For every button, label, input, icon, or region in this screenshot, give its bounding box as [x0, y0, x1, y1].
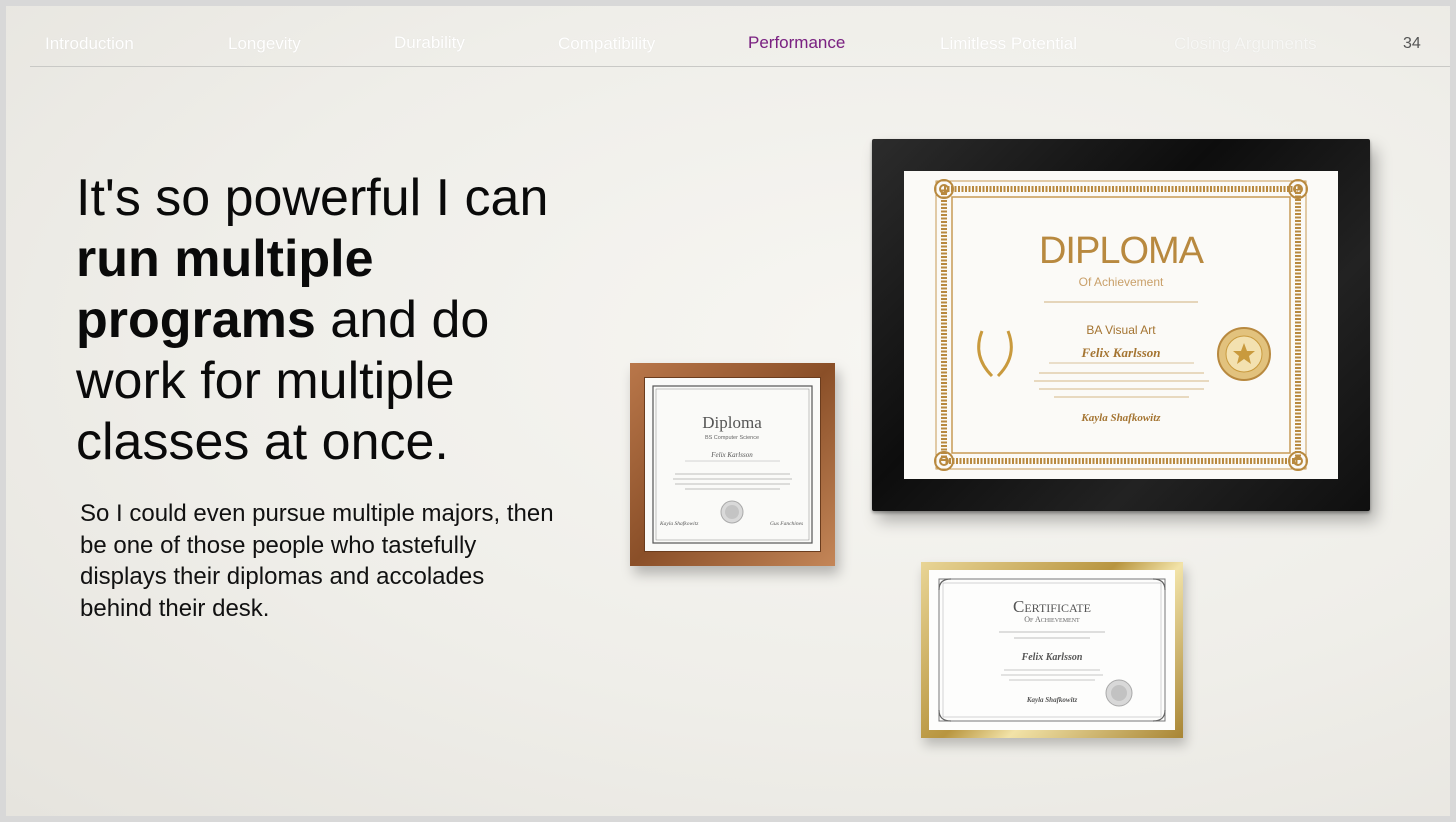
nav-item-durability[interactable]: Durability [394, 33, 465, 53]
nav-item-limitless-potential[interactable]: Limitless Potential [940, 34, 1077, 54]
large-diploma-artwork: DIPLOMA Of Achievement BA Visual Art Fel… [934, 179, 1308, 471]
small-diploma-artwork: Diploma BS Computer Science Felix Karlss… [652, 385, 813, 544]
small-diploma-signature-left: Kayla Shafkowitz [659, 520, 699, 527]
nav-item-longevity[interactable]: Longevity [228, 34, 301, 54]
gold-certificate-paper: Certificate Of Achievement Felix Karlsso… [929, 570, 1175, 730]
nav-item-performance[interactable]: Performance [748, 33, 845, 53]
laurel-wreath-icon [977, 330, 1013, 378]
small-diploma-degree: BS Computer Science [705, 435, 759, 441]
nav-item-compatibility[interactable]: Compatibility [558, 34, 655, 54]
small-diploma-name: Felix Karlsson [710, 451, 753, 459]
large-diploma-name: Felix Karlsson [1080, 345, 1160, 360]
gold-certificate-name: Felix Karlsson [1021, 652, 1083, 663]
page-number: 34 [1403, 35, 1421, 52]
headline-part-1: It's so powerful I can [76, 169, 549, 227]
gold-certificate-signature: Kayla Shafkowitz [1026, 696, 1078, 704]
large-diploma-frame: DIPLOMA Of Achievement BA Visual Art Fel… [872, 139, 1370, 511]
small-diploma-signature-right: Gus Fanchines [770, 521, 803, 527]
headline: It's so powerful I can run multiple prog… [76, 168, 576, 473]
large-diploma-signature: Kayla Shafkowitz [1080, 412, 1161, 424]
slide: Introduction Longevity Durability Compat… [0, 0, 1456, 822]
small-diploma-frame: Diploma BS Computer Science Felix Karlss… [630, 363, 835, 566]
small-diploma-title: Diploma [702, 413, 762, 432]
large-diploma-paper: DIPLOMA Of Achievement BA Visual Art Fel… [904, 171, 1338, 479]
nav-item-introduction[interactable]: Introduction [45, 34, 134, 54]
large-diploma-subtitle: Of Achievement [1079, 275, 1164, 289]
large-diploma-title: DIPLOMA [1039, 230, 1205, 272]
body-paragraph: So I could even pursue multiple majors, … [80, 500, 554, 622]
large-diploma-degree: BA Visual Art [1086, 323, 1156, 337]
nav-item-closing-arguments[interactable]: Closing Arguments [1174, 34, 1317, 54]
top-navigation: Introduction Longevity Durability Compat… [30, 6, 1450, 67]
small-diploma-paper: Diploma BS Computer Science Felix Karlss… [644, 377, 821, 552]
gold-certificate-subtitle: Of Achievement [1024, 615, 1080, 624]
gold-certificate-artwork: Certificate Of Achievement Felix Karlsso… [938, 578, 1166, 722]
gold-certificate-frame: Certificate Of Achievement Felix Karlsso… [921, 562, 1183, 738]
gold-certificate-title: Certificate [1013, 597, 1091, 616]
